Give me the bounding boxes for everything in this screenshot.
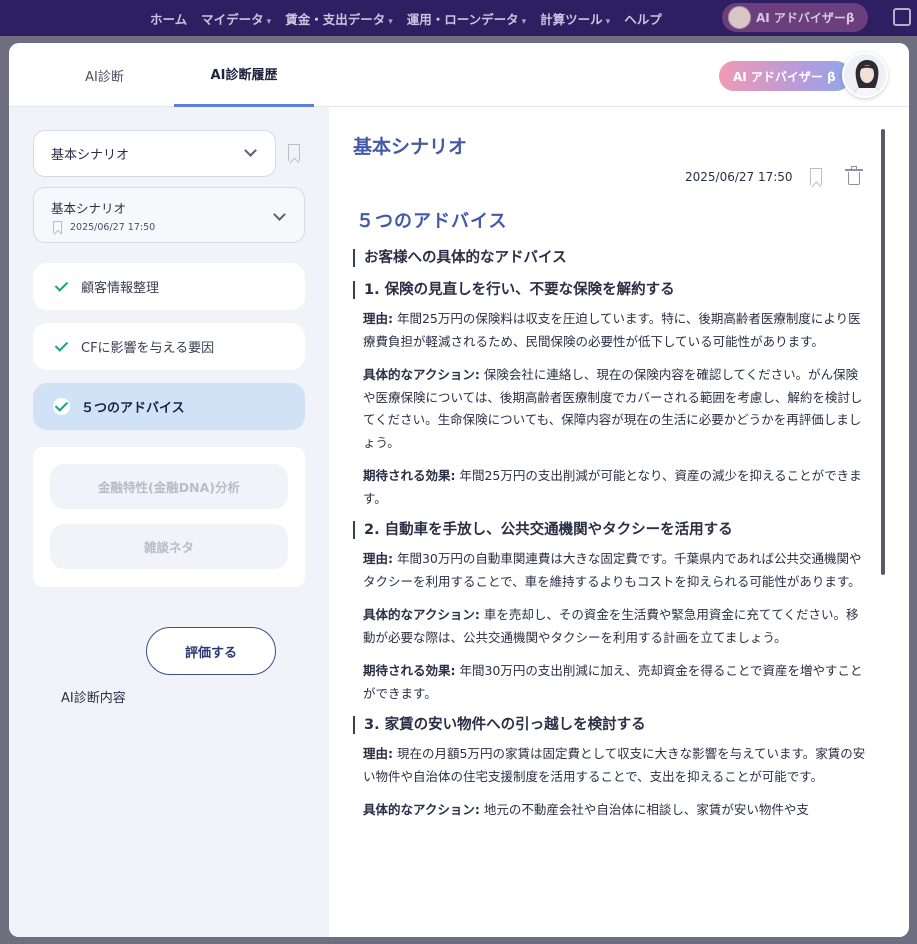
scrollbar[interactable] xyxy=(881,129,885,575)
chevron-down-icon xyxy=(273,208,286,221)
scenario-select[interactable]: 基本シナリオ xyxy=(33,130,276,177)
advice-reason: 理由: 年間30万円の自動車関連費は大きな固定費です。千葉県内であれば公共交通機… xyxy=(363,551,862,589)
check-icon xyxy=(53,338,70,355)
nav-item-mydata[interactable]: マイデータ ▾ xyxy=(201,9,271,28)
chevron-down-icon: ▾ xyxy=(521,16,527,27)
advice-action: 具体的なアクション: 車を売却し、その資金を生活費や緊急用資金に充ててください。… xyxy=(363,607,859,645)
advice-effect: 期待される効果: 年間30万円の支出削減に加え、売却資金を得ることで資産を増やす… xyxy=(363,663,863,701)
ai-history-modal: AI診断 AI診断履歴 AI アドバイザー β 基本シナリオ 基本シナリオ 20… xyxy=(9,43,909,937)
nav-item-invest[interactable]: 運用・ローンデータ ▾ xyxy=(407,9,526,28)
advice-action: 具体的なアクション: 地元の不動産会社や自治体に相談し、家賃が安い物件や支 xyxy=(363,802,809,817)
evaluate-button[interactable]: 評価する xyxy=(146,627,276,675)
nav-item-help[interactable]: ヘルプ xyxy=(624,9,662,28)
nav-item-home[interactable]: ホーム xyxy=(150,9,187,28)
chevron-down-icon: ▾ xyxy=(388,16,393,27)
top-navigation: ホーム マイデータ ▾ 賃金・支出データ ▾ 運用・ローンデータ ▾ 計算ツール ▾ ヘ… xyxy=(0,0,917,36)
left-panel: 基本シナリオ 基本シナリオ 2025/06/27 17:50 顧客情報整理 CF… xyxy=(9,107,329,937)
advice-reason: 理由: 年間25万円の保険料は収支を圧迫しています。特に、後期高齢者医療制度によ… xyxy=(363,311,861,349)
menu-icon[interactable] xyxy=(893,8,911,26)
advice-reason: 理由: 現在の月額5万円の家賃は固定費として収支に大きな影響を与えています。家賃… xyxy=(363,746,866,784)
chevron-down-icon: ▾ xyxy=(605,16,611,27)
ai-advisor-button[interactable]: AI アドバイザー β xyxy=(719,61,851,91)
nav-item-tools[interactable]: 計算ツール ▾ xyxy=(540,9,610,28)
locked-steps-box: 金融特性(金融DNA)分析 雑談ネタ xyxy=(33,447,305,587)
bookmark-icon[interactable] xyxy=(288,144,300,161)
tab-ai-diagnosis-history[interactable]: AI診断履歴 xyxy=(174,43,314,107)
ai-advisor-avatar[interactable] xyxy=(842,52,888,98)
step-label: CFに影響を与える要因 xyxy=(81,341,215,356)
step-small-talk: 雑談ネタ xyxy=(50,524,288,569)
step-customer-info[interactable]: 顧客情報整理 xyxy=(33,263,305,310)
advisor-avatar-icon xyxy=(728,6,751,29)
history-select[interactable]: 基本シナリオ 2025/06/27 17:50 xyxy=(33,187,305,243)
check-icon xyxy=(53,278,70,295)
step-label: ５つのアドバイス xyxy=(81,401,185,416)
scenario-select-value: 基本シナリオ xyxy=(51,148,130,163)
nav-ai-advisor-label: AI アドバイザーβ xyxy=(756,11,855,25)
nav-item-wage[interactable]: 賃金・支出データ ▾ xyxy=(285,9,393,28)
bookmark-icon xyxy=(53,221,62,233)
content-title: 基本シナリオ xyxy=(353,136,468,158)
section-title: ５つのアドバイス xyxy=(356,211,508,232)
content-date: 2025/06/27 17:50 xyxy=(685,170,793,184)
bookmark-icon[interactable] xyxy=(810,168,822,185)
advice-action: 具体的なアクション: 保険会社に連絡し、現在の保険内容を確認してください。がん保… xyxy=(363,367,863,450)
nav-ai-advisor-button[interactable]: AI アドバイザーβ xyxy=(722,3,868,32)
step-cf-factors[interactable]: CFに影響を与える要因 xyxy=(33,323,305,370)
step-financial-dna: 金融特性(金融DNA)分析 xyxy=(50,464,288,509)
trash-icon[interactable] xyxy=(845,166,863,185)
tab-ai-diagnosis[interactable]: AI診断 xyxy=(35,43,174,107)
advisor-face-icon xyxy=(844,54,886,96)
history-select-title: 基本シナリオ xyxy=(51,201,127,216)
advice-heading: 3. 家賃の安い物件への引っ越しを検討する xyxy=(353,716,868,734)
nav-menu: ホーム マイデータ ▾ 賃金・支出データ ▾ 運用・ローンデータ ▾ 計算ツール ▾ ヘ… xyxy=(150,0,662,36)
chevron-down-icon xyxy=(244,144,257,157)
check-icon xyxy=(53,398,70,415)
chevron-down-icon: ▾ xyxy=(266,16,272,27)
advice-heading: 2. 自動車を手放し、公共交通機関やタクシーを活用する xyxy=(353,521,868,539)
history-select-date: 2025/06/27 17:50 xyxy=(70,222,156,233)
step-five-advices[interactable]: ５つのアドバイス xyxy=(33,383,305,430)
tab-bar: AI診断 AI診断履歴 AI アドバイザー β xyxy=(9,43,909,107)
eval-label: AI診断内容 xyxy=(61,691,126,706)
step-label: 顧客情報整理 xyxy=(81,281,160,296)
intro-heading: お客様への具体的なアドバイス xyxy=(353,249,868,267)
content-panel: 基本シナリオ 2025/06/27 17:50 ５つのアドバイス お客様への具体… xyxy=(329,107,909,937)
advice-body: お客様への具体的なアドバイス 1. 保険の見直しを行い、不要な保険を解約する 理… xyxy=(353,249,868,833)
advice-effect: 期待される効果: 年間25万円の支出削減が可能となり、資産の減少を抑えることがで… xyxy=(363,468,862,506)
advice-heading: 1. 保険の見直しを行い、不要な保険を解約する xyxy=(353,281,868,299)
ai-advisor-label: AI アドバイザー β xyxy=(733,69,836,84)
